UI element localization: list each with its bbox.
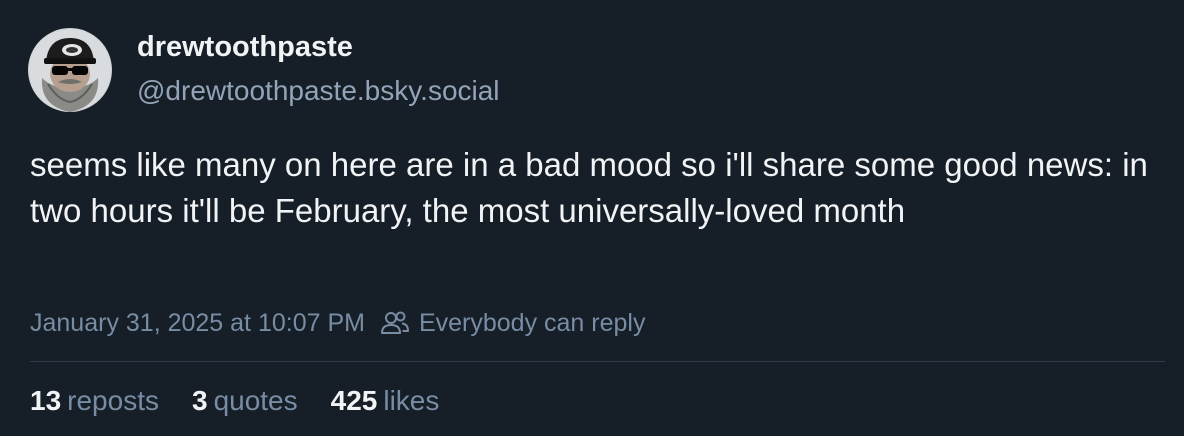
author-avatar[interactable] xyxy=(28,28,112,112)
post-detail: drewtoothpaste @drewtoothpaste.bsky.soci… xyxy=(0,0,1184,436)
author-display-name[interactable]: drewtoothpaste xyxy=(137,31,353,64)
people-icon xyxy=(380,311,409,334)
reposts-stat[interactable]: 13 reposts xyxy=(30,385,159,417)
likes-label: likes xyxy=(383,385,440,416)
quotes-stat[interactable]: 3 quotes xyxy=(192,385,298,417)
reply-setting-label: Everybody can reply xyxy=(418,308,646,337)
likes-stat[interactable]: 425 likes xyxy=(331,385,440,417)
post-meta: January 31, 2025 at 10:07 PM Everybody c… xyxy=(30,306,645,340)
divider xyxy=(30,361,1165,362)
post-stats: 13 reposts 3 quotes 425 likes xyxy=(30,385,472,417)
post-text: seems like many on here are in a bad moo… xyxy=(30,146,1148,229)
quotes-count: 3 xyxy=(191,385,208,416)
reply-setting[interactable]: Everybody can reply xyxy=(380,308,646,338)
likes-count: 425 xyxy=(330,385,378,416)
reposts-count: 13 xyxy=(30,385,62,416)
post-timestamp[interactable]: January 31, 2025 at 10:07 PM xyxy=(30,309,365,338)
bearded-man-sunglasses-avatar-icon xyxy=(28,28,112,112)
author-handle[interactable]: @drewtoothpaste.bsky.social xyxy=(137,75,500,107)
quotes-label: quotes xyxy=(213,385,298,416)
reposts-label: reposts xyxy=(67,385,159,416)
